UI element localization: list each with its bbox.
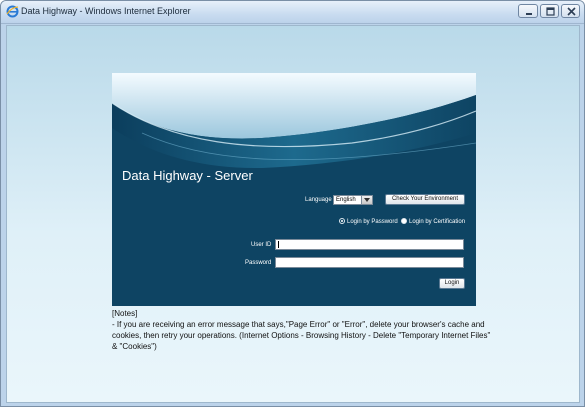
password-field[interactable] xyxy=(275,257,464,268)
notes-text: - If you are receiving an error message … xyxy=(112,320,491,351)
maximize-button[interactable] xyxy=(540,4,559,18)
check-environment-button[interactable]: Check Your Environment xyxy=(385,194,465,205)
userid-label: User ID xyxy=(251,242,272,248)
chevron-down-icon xyxy=(364,198,370,202)
maximize-icon xyxy=(546,7,555,16)
browser-window: Data Highway - Windows Internet Explorer xyxy=(0,0,585,407)
language-value: English xyxy=(336,197,356,203)
minimize-button[interactable] xyxy=(518,4,538,18)
notes-section: [Notes] - If you are receiving an error … xyxy=(112,308,492,352)
title-bar[interactable]: Data Highway - Windows Internet Explorer xyxy=(1,1,584,24)
notes-heading: [Notes] xyxy=(112,309,138,318)
text-caret xyxy=(278,241,279,248)
radio-login-by-password[interactable] xyxy=(339,218,345,224)
window-title: Data Highway - Windows Internet Explorer xyxy=(21,6,191,16)
radio-cert-label: Login by Certification xyxy=(409,219,466,225)
password-label: Password xyxy=(245,260,272,266)
language-label: Language xyxy=(305,197,332,203)
login-button[interactable]: Login xyxy=(439,278,465,289)
minimize-icon xyxy=(526,13,532,15)
radio-login-by-certification[interactable] xyxy=(401,218,407,224)
wave-decoration xyxy=(112,73,476,306)
page-title: Data Highway - Server xyxy=(122,168,253,183)
ie-icon xyxy=(6,5,19,18)
dropdown-button[interactable] xyxy=(361,196,372,204)
close-icon xyxy=(567,7,576,16)
login-panel xyxy=(112,73,476,306)
language-select[interactable]: English xyxy=(333,195,373,205)
radio-password-label: Login by Password xyxy=(347,219,398,225)
userid-field[interactable] xyxy=(275,239,464,250)
close-button[interactable] xyxy=(561,4,580,18)
